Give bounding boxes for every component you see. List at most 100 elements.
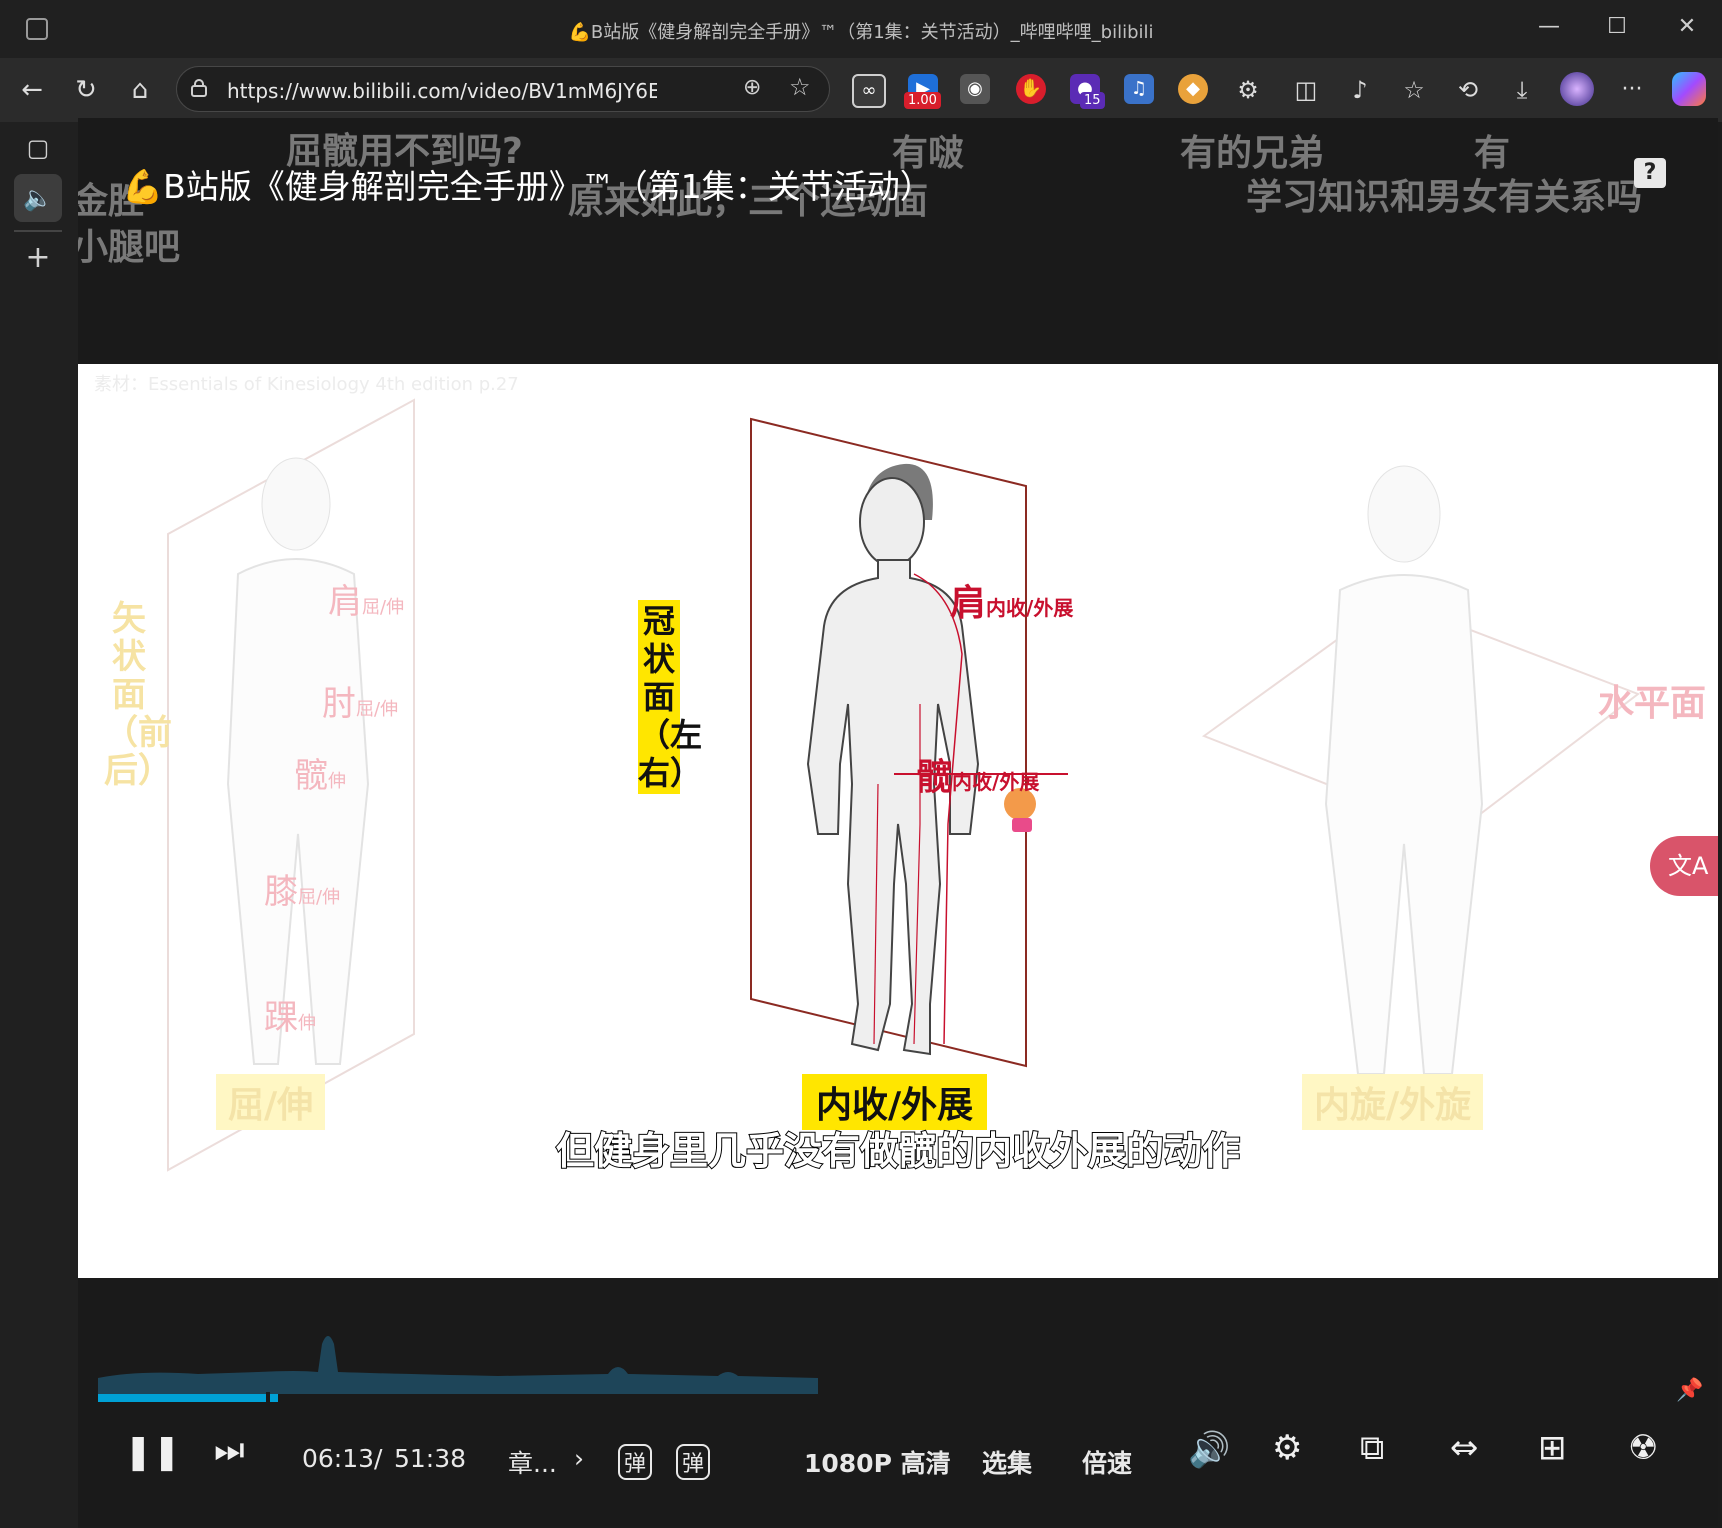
favorites-icon[interactable]: ☆ xyxy=(1396,72,1432,108)
more-menu-icon[interactable]: ··· xyxy=(1614,72,1650,108)
time-total: 51:38 xyxy=(394,1444,467,1473)
help-button[interactable]: ? xyxy=(1634,158,1666,188)
ext-shield-icon[interactable]: ◆ xyxy=(1178,74,1208,104)
video-subtitle: 但健身里几乎没有做髋的内收外展的动作 xyxy=(555,1128,1241,1174)
episodes-button[interactable]: 选集 xyxy=(982,1444,1032,1480)
url-text[interactable]: https://www.bilibili.com/video/BV1mM6JY6… xyxy=(227,79,657,103)
left-figure-group xyxy=(167,398,415,1172)
joint-label: 肘屈/伸 xyxy=(322,676,398,725)
picture-in-picture-icon[interactable]: ⧉ xyxy=(1360,1428,1384,1468)
ext-music-icon[interactable]: ♫ xyxy=(1124,74,1154,104)
progress-fill xyxy=(98,1394,278,1402)
speed-badge: 1.00 xyxy=(904,92,941,109)
media-control-icon[interactable]: ♪ xyxy=(1342,72,1378,108)
split-screen-icon[interactable]: ◫ xyxy=(1288,72,1324,108)
joint-label: 肩内收/外展 xyxy=(950,574,1073,626)
joint-name: 肩 xyxy=(328,582,362,622)
joint-name: 肘 xyxy=(322,684,356,724)
video-title: 💪B站版《健身解剖完全手册》™（第1集：关节活动） xyxy=(122,167,933,206)
chapter-button[interactable]: 章... xyxy=(508,1444,557,1480)
lock-icon[interactable] xyxy=(191,79,207,97)
joint-motion: 内收/外展 xyxy=(952,770,1040,794)
fullscreen-icon[interactable]: ☢ xyxy=(1628,1428,1658,1468)
danmaku-toggle-button[interactable]: 弹 xyxy=(618,1444,653,1480)
figure-body xyxy=(226,558,370,1065)
chevron-right-icon[interactable]: › xyxy=(574,1444,584,1473)
coronal-plane-label: 冠状面（左右） xyxy=(638,600,703,794)
joint-name: 髋 xyxy=(294,756,328,796)
progress-track[interactable] xyxy=(98,1394,1598,1402)
video-frame: 素材：Essentials of Kinesiology 4th edition… xyxy=(78,364,1718,1278)
speed-button[interactable]: 倍速 xyxy=(1082,1444,1132,1480)
figure-body xyxy=(806,559,980,1056)
time-separator: / xyxy=(374,1444,383,1473)
address-bar[interactable]: https://www.bilibili.com/video/BV1mM6JY6… xyxy=(176,66,830,112)
figure-head xyxy=(859,477,925,567)
web-fullscreen-icon[interactable]: ⊞ xyxy=(1538,1428,1567,1468)
quality-button[interactable]: 1080P 高清 xyxy=(804,1444,951,1480)
maximize-icon[interactable]: ☐ xyxy=(1602,14,1632,39)
joint-label: 髋内收/外展 xyxy=(916,748,1039,800)
sidebar-divider xyxy=(14,230,62,232)
joint-name: 膝 xyxy=(264,872,298,912)
minimize-icon[interactable]: — xyxy=(1534,14,1564,39)
joint-label: 踝伸 xyxy=(264,990,316,1039)
joint-motion: 内收/外展 xyxy=(986,596,1074,620)
chapter-marker xyxy=(266,1392,270,1404)
center-figure-group xyxy=(750,417,1068,1068)
new-tab-plus-icon[interactable]: + xyxy=(14,234,62,282)
joint-motion: 伸 xyxy=(298,1013,316,1034)
joint-motion: 屈/伸 xyxy=(356,699,399,720)
count-badge: 15 xyxy=(1080,92,1105,109)
pause-icon[interactable]: ❚❚ xyxy=(124,1432,181,1472)
settings-gear-icon[interactable]: ⚙ xyxy=(1272,1428,1302,1468)
profile-avatar[interactable] xyxy=(1560,72,1594,106)
video-player[interactable]: 屈髋用不到吗? 有啵 有的兄弟 有 原来如此，三个运动面 学习知识和男女有关系吗… xyxy=(78,118,1718,1526)
zoom-icon[interactable]: ⊕ xyxy=(743,75,761,100)
figure-body xyxy=(1324,574,1484,1075)
joint-label: 肩屈/伸 xyxy=(328,574,404,623)
window-title: 💪B站版《健身解剖完全手册》™（第1集：关节活动）_哔哩哔哩_bilibili xyxy=(568,22,1154,43)
browser-toolbar: ← ↻ ⌂ https://www.bilibili.com/video/BV1… xyxy=(0,58,1722,122)
volume-icon[interactable]: 🔊 xyxy=(1188,1430,1230,1470)
figure-head xyxy=(261,457,331,551)
transverse-plane-label: 水平面 xyxy=(1598,683,1707,724)
player-controls: 📌 ❚❚ ⏭ 06:13 / 51:38 章... › 弹 弹 1080P 高清… xyxy=(78,1278,1718,1526)
joint-label: 髋伸 xyxy=(294,748,346,797)
next-episode-icon[interactable]: ⏭ xyxy=(214,1430,245,1470)
copilot-icon[interactable] xyxy=(1672,72,1706,106)
widescreen-icon[interactable]: ⇔ xyxy=(1450,1428,1479,1468)
vertical-sidebar: ▢ 🔈 + xyxy=(0,122,78,1528)
close-icon[interactable]: ✕ xyxy=(1672,14,1702,39)
back-icon[interactable]: ← xyxy=(14,72,50,108)
sagittal-plane-label: 矢状面（前后） xyxy=(104,599,172,791)
joint-motion: 屈/伸 xyxy=(362,597,405,618)
danmaku-comment: 学习知识和男女有关系吗 xyxy=(1246,177,1643,218)
right-figure-group xyxy=(1201,465,1641,1075)
pin-icon[interactable]: 📌 xyxy=(1676,1378,1703,1403)
figure-head xyxy=(1367,465,1441,563)
joint-name: 踝 xyxy=(264,998,298,1038)
joint-name: 髋 xyxy=(916,757,953,798)
downloads-icon[interactable]: ⤓ xyxy=(1504,72,1540,108)
sidebar-tabs-icon[interactable]: ▢ xyxy=(14,124,62,172)
favorite-star-icon[interactable]: ☆ xyxy=(789,73,811,101)
time-current: 06:13 xyxy=(302,1444,375,1473)
joint-motion: 伸 xyxy=(328,771,346,792)
refresh-icon[interactable]: ↻ xyxy=(68,72,104,108)
history-icon[interactable]: ⟲ xyxy=(1450,72,1486,108)
extensions-icon[interactable]: ⚙ xyxy=(1230,72,1266,108)
home-icon[interactable]: ⌂ xyxy=(122,72,158,108)
joint-label: 膝屈/伸 xyxy=(264,864,340,913)
sidebar-audio-tab-icon[interactable]: 🔈 xyxy=(14,174,62,222)
danmaku-comment: 小腿吧 xyxy=(78,227,181,268)
pointer-cuff xyxy=(1012,818,1032,832)
joint-name: 肩 xyxy=(950,583,987,624)
title-bar: 💪B站版《健身解剖完全手册》™（第1集：关节活动）_哔哩哔哩_bilibili … xyxy=(0,0,1722,58)
joint-motion: 屈/伸 xyxy=(298,887,341,908)
ext-stop-hand-icon[interactable]: ✋ xyxy=(1016,74,1046,104)
ext-tampermonkey-icon[interactable]: ∞ xyxy=(852,74,886,108)
danmaku-settings-button[interactable]: 弹 xyxy=(676,1444,711,1480)
translate-icon[interactable]: 文A xyxy=(1650,836,1718,896)
ext-glasses-icon[interactable]: ◉ xyxy=(960,74,990,104)
